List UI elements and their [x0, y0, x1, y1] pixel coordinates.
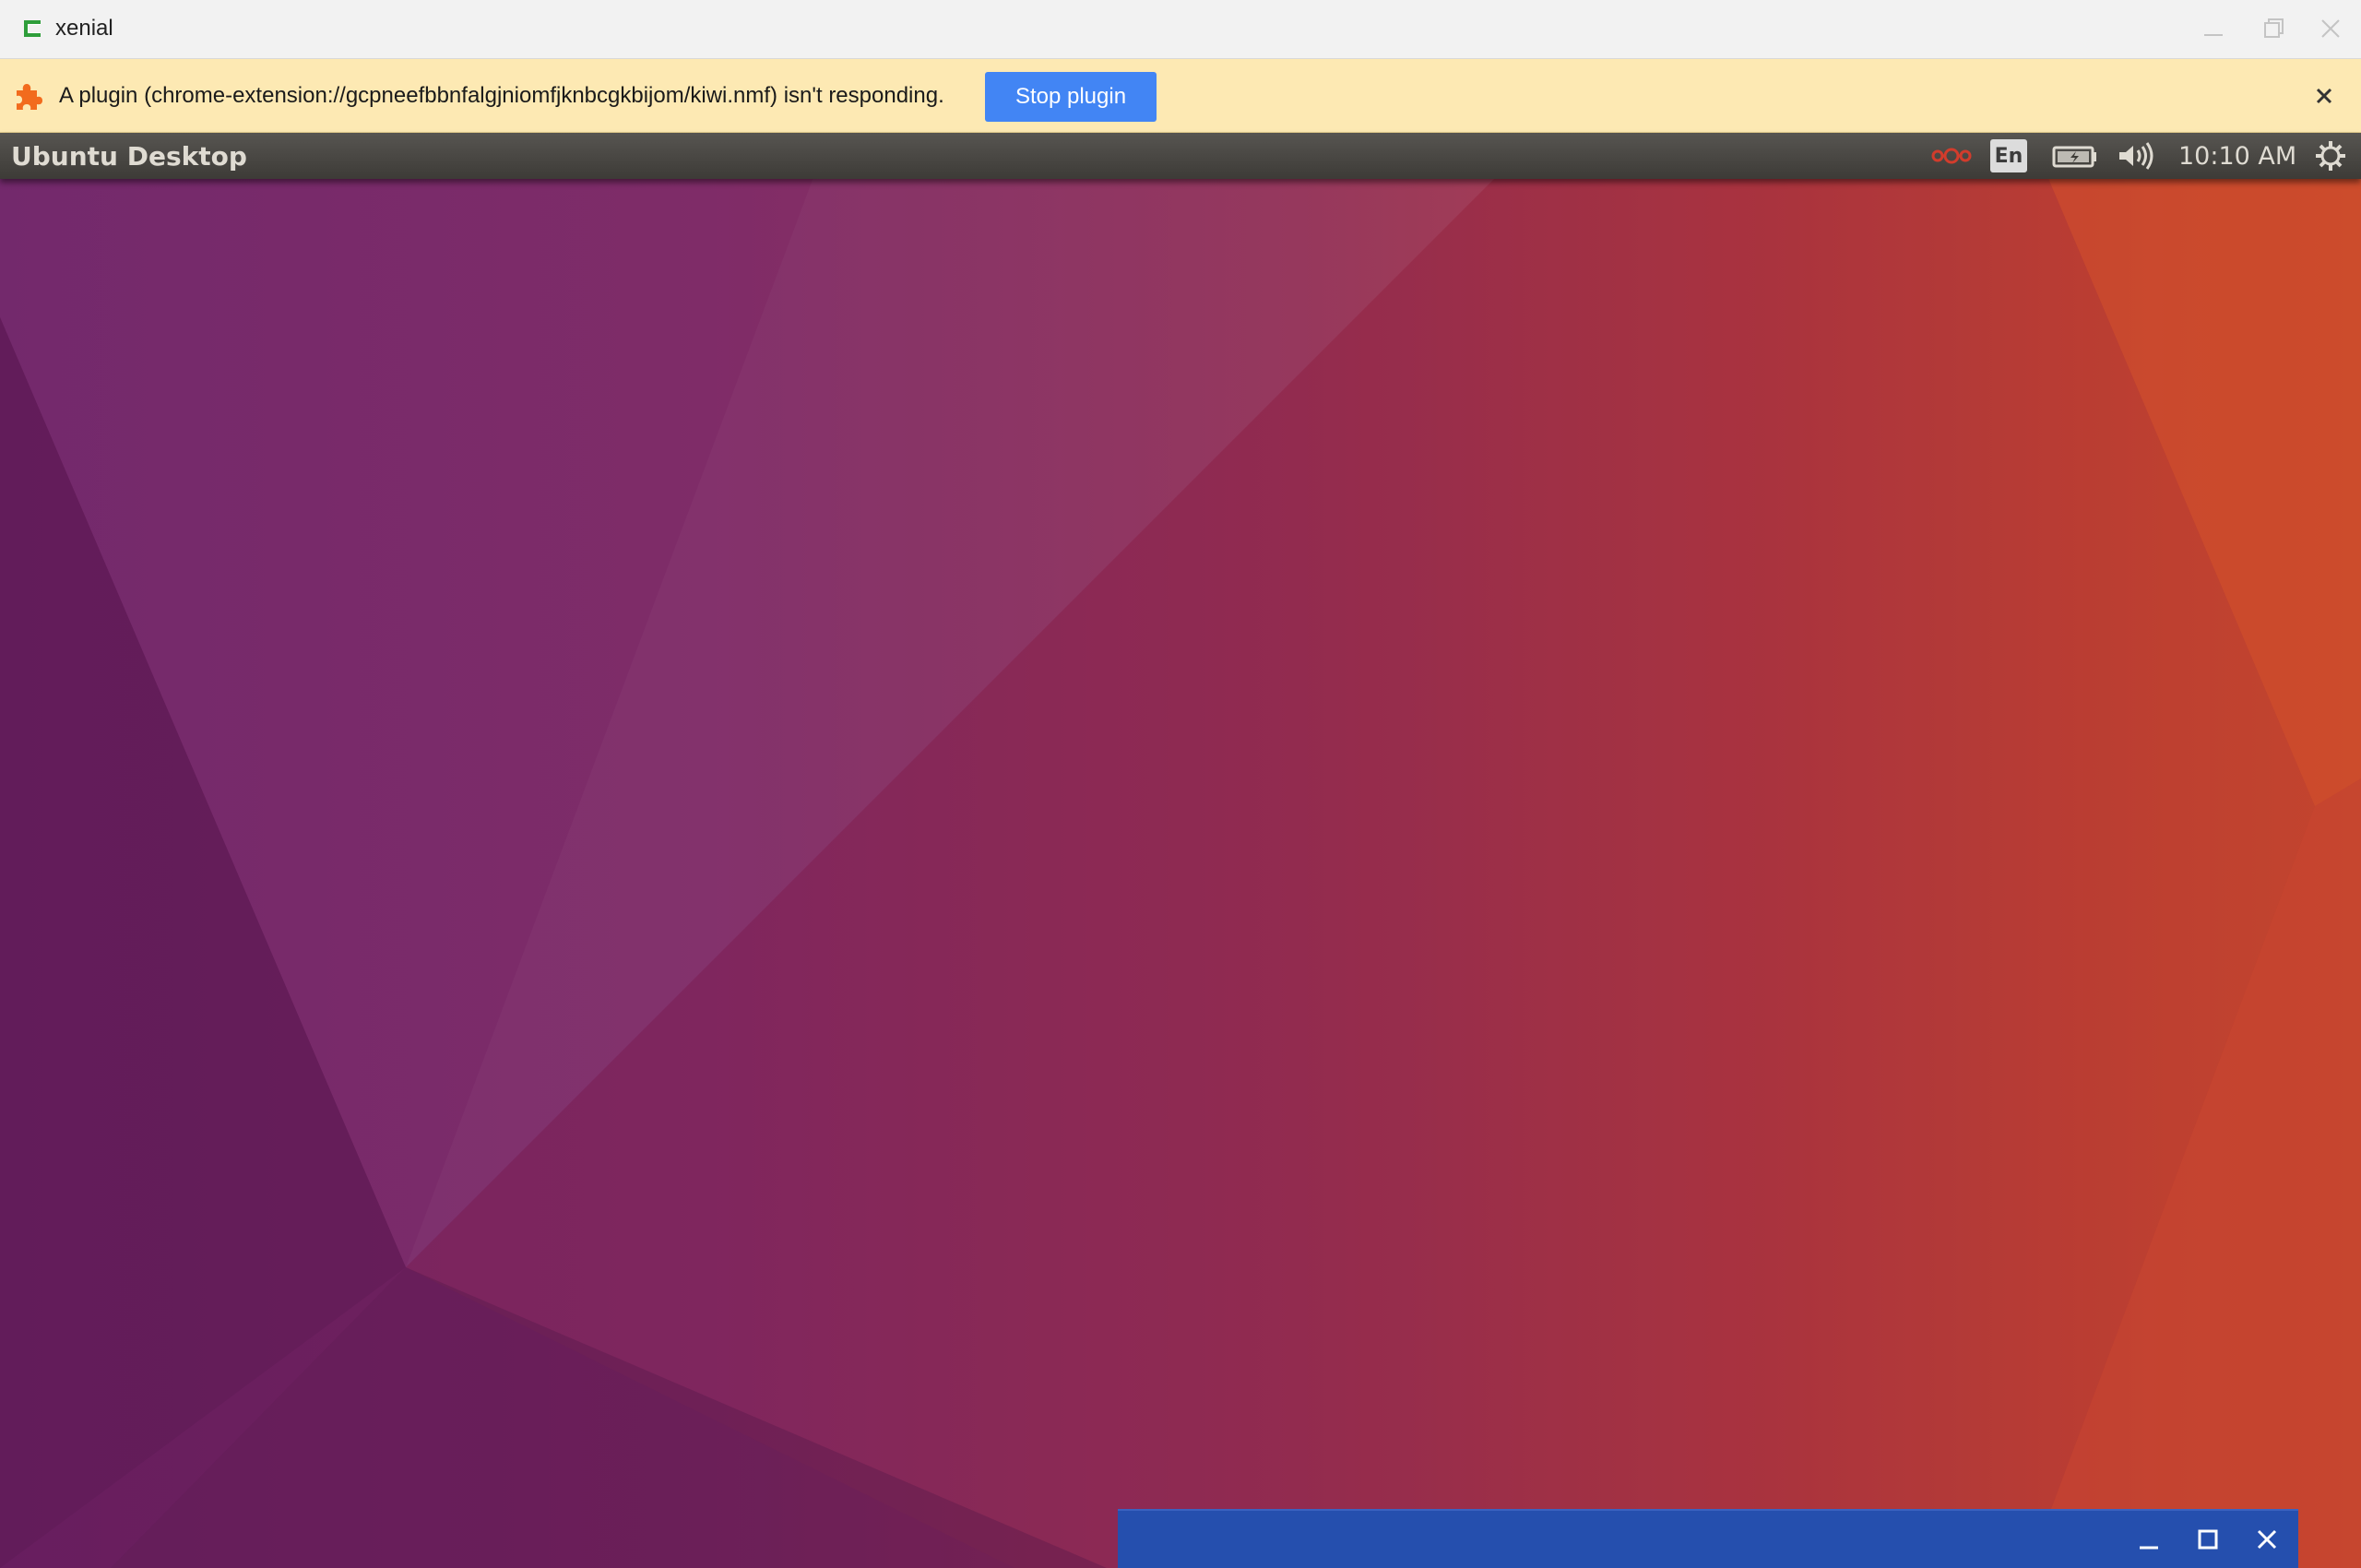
- minimize-button[interactable]: [2193, 13, 2234, 46]
- window-title: xenial: [55, 16, 113, 41]
- close-icon: [2257, 1529, 2277, 1550]
- minimize-icon: [2140, 1546, 2158, 1550]
- infobar-close-icon[interactable]: [2309, 81, 2339, 111]
- network-indicator-icon[interactable]: [1929, 140, 1974, 172]
- panel-clock[interactable]: 10:10 AM: [2178, 142, 2296, 171]
- stop-plugin-button[interactable]: Stop plugin: [985, 72, 1157, 122]
- close-icon: [2321, 19, 2340, 38]
- keyboard-layout-indicator[interactable]: En: [1990, 139, 2027, 172]
- close-window-button[interactable]: [2310, 13, 2351, 46]
- desktop-wallpaper: [0, 133, 2361, 1568]
- restore-icon: [2264, 18, 2284, 38]
- inner-close-button[interactable]: [2248, 1524, 2285, 1557]
- plugin-infobar: A plugin (chrome-extension://gcpneefbbnf…: [0, 59, 2361, 133]
- minimize-icon: [2204, 34, 2223, 36]
- volume-icon[interactable]: [2116, 140, 2160, 172]
- maximize-icon: [2198, 1529, 2218, 1550]
- puzzle-icon: [17, 84, 42, 110]
- restore-button[interactable]: [2252, 13, 2293, 46]
- infobar-message: A plugin (chrome-extension://gcpneefbbnf…: [59, 83, 944, 108]
- battery-icon[interactable]: [2051, 140, 2099, 172]
- wallpaper-shapes: [0, 133, 2361, 1568]
- app-titlebar: xenial: [0, 0, 2361, 59]
- panel-title: Ubuntu Desktop: [11, 141, 247, 172]
- inner-maximize-button[interactable]: [2189, 1524, 2226, 1557]
- ubuntu-top-panel: Ubuntu Desktop En 10:10 AM: [0, 133, 2361, 179]
- terminal-app-icon: [24, 20, 41, 37]
- inner-window-titlebar[interactable]: [1118, 1509, 2298, 1568]
- session-gear-icon[interactable]: [2313, 140, 2348, 172]
- inner-minimize-button[interactable]: [2130, 1524, 2167, 1557]
